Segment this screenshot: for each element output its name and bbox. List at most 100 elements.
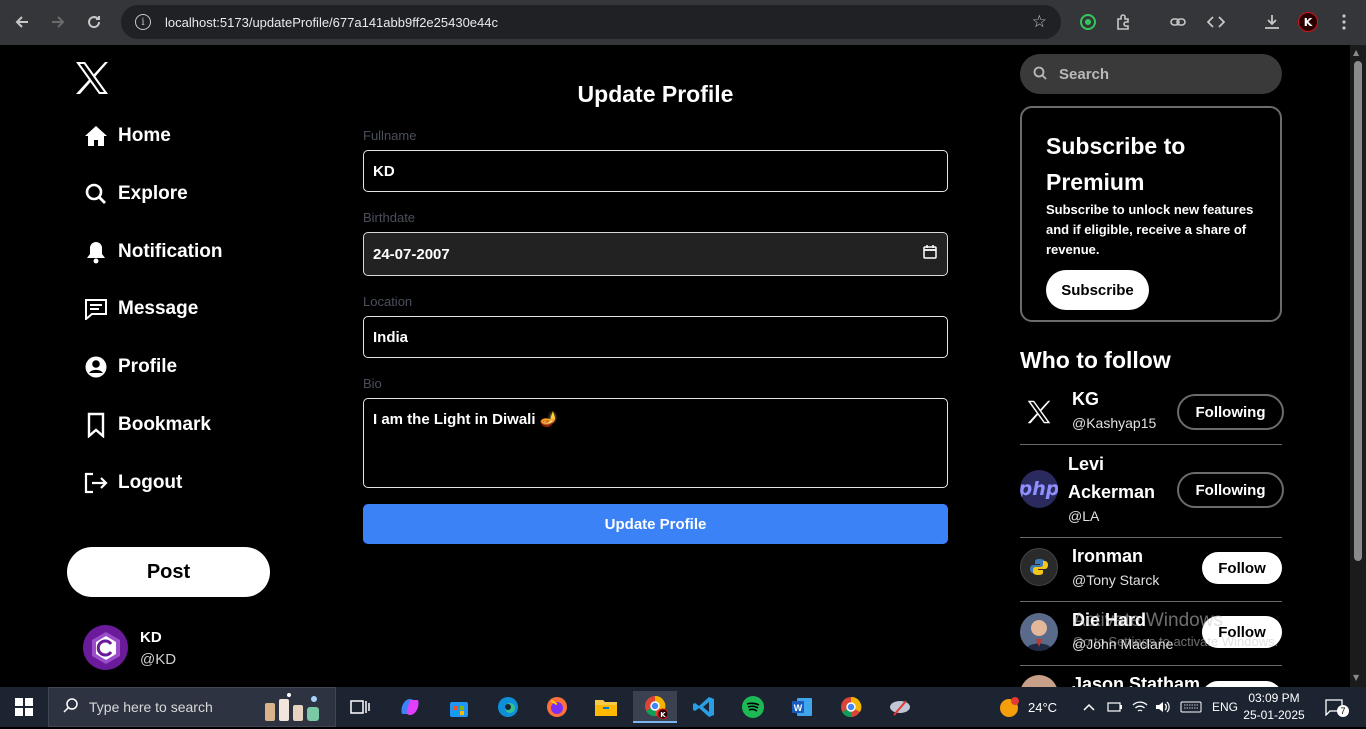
url-text: localhost:5173/updateProfile/677a141abb9… [165,14,498,30]
code-icon[interactable] [1204,10,1228,34]
follow-item[interactable]: KG @Kashyap15 Following [1020,385,1284,445]
avatar [1020,675,1058,687]
following-button[interactable]: Following [1177,394,1284,430]
avatar: php [1020,470,1058,508]
bell-icon [84,240,108,264]
windows-start-icon[interactable] [0,687,48,727]
taskbar-clock[interactable]: 03:09 PM 25-01-2025 [1240,690,1308,724]
chrome-active-icon[interactable]: K [633,691,677,723]
location-field[interactable]: India [363,316,948,358]
scrollbar-thumb[interactable] [1354,61,1362,561]
sidebar-item-profile[interactable]: Profile [84,352,177,382]
file-explorer-icon[interactable] [584,691,628,723]
avatar [1020,613,1058,651]
extensions-icon[interactable] [1112,10,1136,34]
spotify-icon[interactable] [731,691,775,723]
follow-button[interactable]: Follow [1202,552,1282,584]
keyboard-icon[interactable] [1180,687,1202,727]
update-profile-button[interactable]: Update Profile [363,504,948,544]
avatar [1020,393,1058,431]
sidebar-item-label: Bookmark [118,414,211,435]
bio-textarea[interactable]: I am the Light in Diwali 🪔 [363,398,948,488]
taskbar-search-input[interactable]: Type here to search [48,687,336,727]
follow-item[interactable]: php Levi Ackerman @LA Following [1020,446,1284,538]
sidebar-item-logout[interactable]: Logout [84,468,182,498]
follow-item[interactable]: Jason Statham [1020,667,1282,687]
sidebar-item-notification[interactable]: Notification [84,237,223,267]
link-icon[interactable] [1166,10,1190,34]
avatar [1020,548,1058,586]
chrome-icon[interactable] [829,691,873,723]
follow-name: Ironman [1072,546,1144,566]
search-input[interactable]: Search [1020,54,1282,94]
calendar-icon[interactable] [923,245,937,263]
premium-text: Subscribe to unlock new features and if … [1046,202,1254,257]
extension-green-icon[interactable] [1076,10,1100,34]
location-label: Location [363,294,413,309]
birthdate-field[interactable]: 24-07-2007 [363,232,948,276]
page-title: Update Profile [577,81,734,107]
fullname-label: Fullname [363,128,417,143]
back-icon[interactable] [4,4,40,40]
sidebar-item-home[interactable]: Home [84,121,171,151]
reload-icon[interactable] [76,4,112,40]
follow-name: Jason Statham [1072,674,1201,687]
bookmark-icon [84,412,108,438]
current-user-handle: @KD [140,651,177,668]
edge-icon[interactable] [486,691,530,723]
notification-center-icon[interactable]: 7 [1324,687,1349,727]
svg-text:K: K [660,711,666,719]
notification-count-badge: 7 [1337,705,1349,717]
search-highlight-icon [259,691,329,729]
firefox-icon[interactable] [535,691,579,723]
avatar[interactable] [83,625,128,670]
follow-handle: @Tony Starck [1072,572,1160,588]
browser-toolbar: i localhost:5173/updateProfile/677a141ab… [0,0,1366,45]
sidebar-item-label: Notification [118,241,223,262]
weather-icon [1000,697,1019,717]
page-scrollbar[interactable]: ▲ ▼ [1350,45,1366,687]
sidebar-item-explore[interactable]: Explore [84,179,188,209]
search-icon [1033,65,1047,84]
copilot-icon[interactable] [388,691,432,723]
following-button[interactable]: Following [1177,472,1284,508]
sidebar-item-message[interactable]: Message [84,294,198,324]
sidebar-item-label: Profile [118,356,178,377]
volume-icon[interactable] [1155,687,1171,727]
post-button[interactable]: Post [67,547,270,597]
subscribe-button[interactable]: Subscribe [1046,270,1149,310]
home-icon [84,124,108,148]
weather-widget[interactable]: 24°C [998,687,1057,727]
sidebar-item-label: Logout [118,472,183,493]
browser-profile-avatar[interactable]: K [1298,12,1318,32]
tray-chevron-icon[interactable] [1083,687,1095,727]
site-info-icon[interactable]: i [135,14,151,30]
x-logo-icon[interactable] [74,61,110,95]
kebab-menu-icon[interactable] [1332,10,1356,34]
follow-item[interactable]: Ironman @Tony Starck Follow [1020,539,1282,602]
address-bar[interactable]: i localhost:5173/updateProfile/677a141ab… [121,5,1061,39]
windows-taskbar: Type here to search K W 24°C ENG 03:09 P… [0,687,1366,727]
fullname-field[interactable]: KD [363,150,948,192]
search-icon [63,697,79,717]
scroll-up-icon[interactable]: ▲ [1353,48,1359,57]
search-icon [84,182,108,206]
activate-windows-watermark: Activate Windows Go to Settings to activ… [1073,610,1278,649]
battery-plug-icon[interactable] [1107,687,1123,727]
wifi-icon[interactable] [1132,687,1148,727]
store-icon[interactable] [437,691,481,723]
vscode-icon[interactable] [682,691,726,723]
word-icon[interactable]: W [780,691,824,723]
current-user-name: KD [140,629,162,646]
sidebar-item-bookmark[interactable]: Bookmark [84,410,211,440]
snipping-tool-icon[interactable] [878,691,922,723]
language-indicator[interactable]: ENG [1212,687,1238,727]
sidebar-item-label: Message [118,298,199,319]
task-view-icon[interactable] [338,691,382,723]
clock-time: 03:09 PM [1248,691,1300,705]
forward-icon[interactable] [40,4,76,40]
download-icon[interactable] [1260,10,1284,34]
bookmark-star-icon[interactable]: ☆ [1032,12,1047,32]
scroll-down-icon[interactable]: ▼ [1353,673,1359,682]
message-icon [84,297,108,321]
